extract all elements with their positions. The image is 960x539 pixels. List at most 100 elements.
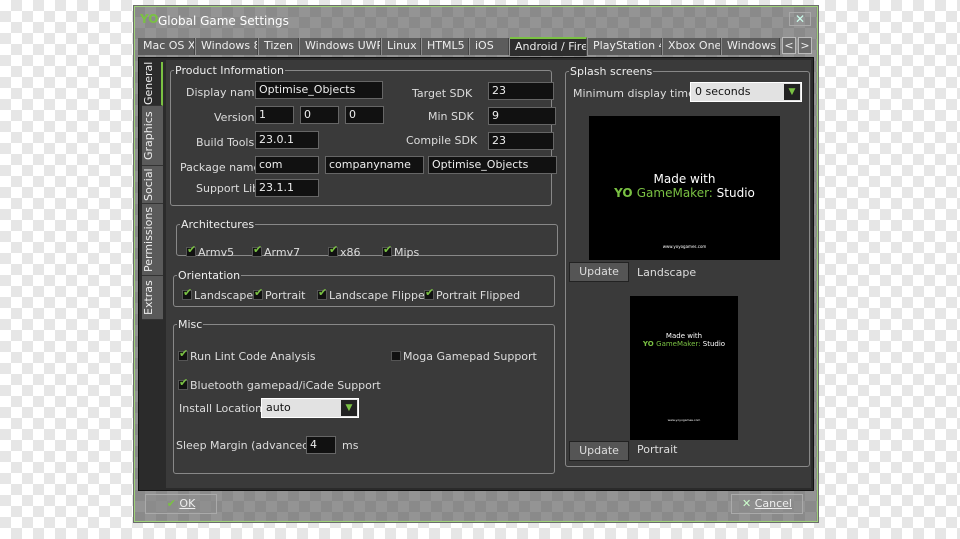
version-patch-input[interactable]: 0 <box>345 106 384 124</box>
package-name-label: Package name <box>180 161 261 174</box>
checkbox-box <box>391 351 401 361</box>
group-legend: Misc <box>178 318 203 331</box>
portrait-label: Portrait <box>637 443 678 456</box>
moga-checkbox[interactable]: Moga Gamepad Support <box>391 350 537 363</box>
checkbox-label: x86 <box>340 246 361 259</box>
splash-brand2: Studio <box>716 186 755 200</box>
checkbox-label: Portrait Flipped <box>436 289 521 302</box>
checkbox-box <box>178 376 188 390</box>
close-icon[interactable]: ✕ <box>789 12 811 26</box>
orientation-checkbox-landscape-flipped[interactable]: Landscape Flipped <box>317 286 432 302</box>
checkbox-label: Bluetooth gamepad/iCade Support <box>190 379 381 392</box>
checkbox-box <box>424 286 434 300</box>
group-legend: Splash screens <box>570 65 653 78</box>
portrait-splash-image: Made with YO GameMaker: Studio www.yoyog… <box>630 296 738 440</box>
min-display-time-label: Minimum display time: <box>573 87 699 100</box>
bluetooth-checkbox[interactable]: Bluetooth gamepad/iCade Support <box>178 376 381 392</box>
tab-playstation-4[interactable]: PlayStation 4 <box>588 38 662 55</box>
tab-tizen[interactable]: Tizen <box>259 38 299 55</box>
tab-html5[interactable]: HTML5 <box>422 38 469 55</box>
checkbox-label: Landscape Flipped <box>329 289 432 302</box>
ok-label: OK <box>179 497 196 510</box>
checkbox-box <box>182 286 192 300</box>
compile-sdk-input[interactable]: 23 <box>488 132 554 150</box>
target-sdk-label: Target SDK <box>412 87 473 100</box>
package-part1-input[interactable]: com <box>255 156 319 174</box>
general-page: Product Information Display name Optimis… <box>166 60 811 488</box>
ok-button[interactable]: ✔ OK <box>145 494 217 514</box>
side-tab-general[interactable]: General <box>142 62 163 106</box>
tab-android-fire[interactable]: Android / Fire <box>510 37 587 56</box>
support-lib-label: Support Lib <box>196 182 260 195</box>
chevron-down-icon: ▼ <box>784 84 800 100</box>
splash-made-with: Made with <box>665 332 703 340</box>
cancel-button[interactable]: ✕ Cancel <box>731 494 803 514</box>
min-sdk-label: Min SDK <box>428 110 474 123</box>
gamemaker-logo-icon: YO <box>642 340 657 348</box>
sleep-margin-input[interactable]: 4 <box>306 436 336 454</box>
checkbox-label: Run Lint Code Analysis <box>190 350 316 363</box>
settings-panel: General Graphics Social Permissions Extras P… <box>138 57 814 491</box>
update-landscape-button[interactable]: Update <box>569 262 629 282</box>
min-sdk-input[interactable]: 9 <box>488 107 556 125</box>
target-sdk-input[interactable]: 23 <box>488 82 554 100</box>
tab-windows-p[interactable]: Windows P <box>722 38 780 55</box>
architectures-checkbox-armv7[interactable]: Armv7 <box>252 243 301 259</box>
architectures-checkbox-x86[interactable]: x86 <box>328 243 361 259</box>
orientation-checkbox-portrait-flipped[interactable]: Portrait Flipped <box>424 286 521 302</box>
install-location-select[interactable]: auto ▼ <box>261 398 359 418</box>
version-label: Version <box>214 111 255 124</box>
splash-brand2: Studio <box>702 340 726 348</box>
version-major-input[interactable]: 1 <box>255 106 294 124</box>
tab-scroll-right[interactable]: > <box>798 37 812 54</box>
splash-brand: GameMaker: <box>656 340 701 348</box>
checkbox-label: Armv7 <box>264 246 301 259</box>
architectures-checkbox-mips[interactable]: Mips <box>382 243 420 259</box>
update-portrait-button[interactable]: Update <box>569 441 629 461</box>
sleep-unit-label: ms <box>342 439 359 452</box>
group-legend: Architectures <box>181 218 255 231</box>
checkbox-label: Landscape <box>194 289 254 302</box>
splash-url: www.yoyogames.com <box>667 418 701 422</box>
side-tab-extras[interactable]: Extras <box>142 276 163 320</box>
orientation-checkbox-portrait[interactable]: Portrait <box>253 286 306 302</box>
checkbox-label: Armv5 <box>198 246 235 259</box>
splash-made-with: Made with <box>653 172 716 186</box>
version-minor-input[interactable]: 0 <box>300 106 339 124</box>
checkbox-box <box>178 347 188 361</box>
display-name-input[interactable]: Optimise_Objects <box>255 81 383 99</box>
side-tab-social[interactable]: Social <box>142 166 163 204</box>
min-display-time-select[interactable]: 0 seconds ▼ <box>690 82 802 102</box>
tab-scroll-left[interactable]: < <box>782 37 796 54</box>
orientation-checkbox-landscape[interactable]: Landscape <box>182 286 254 302</box>
side-tab-graphics[interactable]: Graphics <box>142 106 163 166</box>
landscape-splash-image: Made with YO GameMaker: Studio www.yoyog… <box>589 116 780 260</box>
tab-mac-os-x[interactable]: Mac OS X <box>138 38 195 55</box>
checkbox-label: Mips <box>394 246 420 259</box>
splash-brand: GameMaker: <box>636 186 713 200</box>
compile-sdk-label: Compile SDK <box>406 134 478 147</box>
checkbox-box <box>252 243 262 257</box>
tab-xbox-one[interactable]: Xbox One <box>663 38 721 55</box>
checkbox-box <box>382 243 392 257</box>
support-lib-input[interactable]: 23.1.1 <box>255 179 319 197</box>
tab-windows-8[interactable]: Windows 8 <box>196 38 258 55</box>
checkbox-box <box>253 286 263 300</box>
checkbox-label: Portrait <box>265 289 306 302</box>
checkbox-box <box>328 243 338 257</box>
select-value: auto <box>266 401 291 414</box>
package-part2-input[interactable]: companyname <box>325 156 424 174</box>
x-icon: ✕ <box>742 497 752 510</box>
group-legend: Product Information <box>175 64 284 77</box>
tab-ios[interactable]: iOS <box>470 38 509 55</box>
package-part3-input[interactable]: Optimise_Objects <box>428 156 557 174</box>
checkbox-box <box>186 243 196 257</box>
side-tab-permissions[interactable]: Permissions <box>142 204 163 276</box>
lint-checkbox[interactable]: Run Lint Code Analysis <box>178 347 316 363</box>
tab-linux[interactable]: Linux <box>382 38 421 55</box>
checkbox-label: Moga Gamepad Support <box>403 350 537 363</box>
tab-windows-uwp[interactable]: Windows UWP <box>300 38 381 55</box>
architectures-checkbox-armv5[interactable]: Armv5 <box>186 243 235 259</box>
chevron-down-icon: ▼ <box>341 400 357 416</box>
build-tools-input[interactable]: 23.0.1 <box>255 131 319 149</box>
